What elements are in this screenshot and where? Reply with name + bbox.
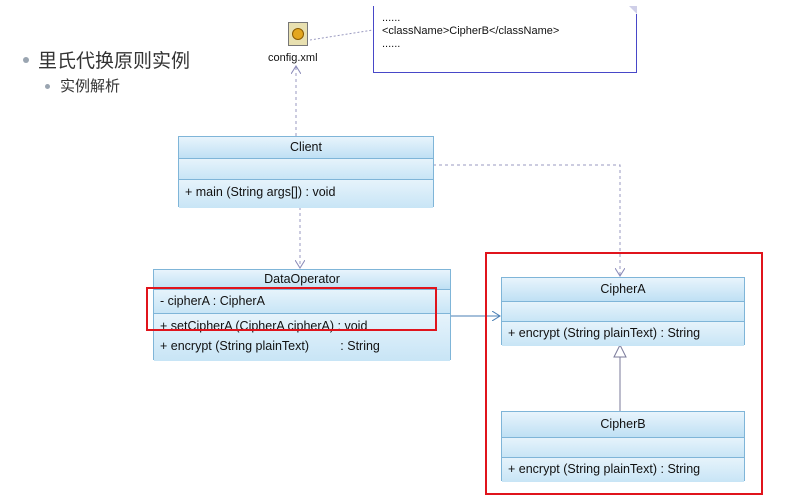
class-name: Client <box>179 137 433 159</box>
method-row: + main (String args[]) : void <box>185 185 336 199</box>
highlight-cipher-attribute <box>146 287 437 331</box>
config-note-link <box>309 29 374 41</box>
methods-section: + main (String args[]) : void <box>179 180 433 208</box>
highlight-cipher-classes <box>485 252 763 495</box>
method-row: + encrypt (String plainText) : String <box>160 339 380 353</box>
attributes-section <box>179 159 433 180</box>
class-client: Client + main (String args[]) : void <box>178 136 434 208</box>
